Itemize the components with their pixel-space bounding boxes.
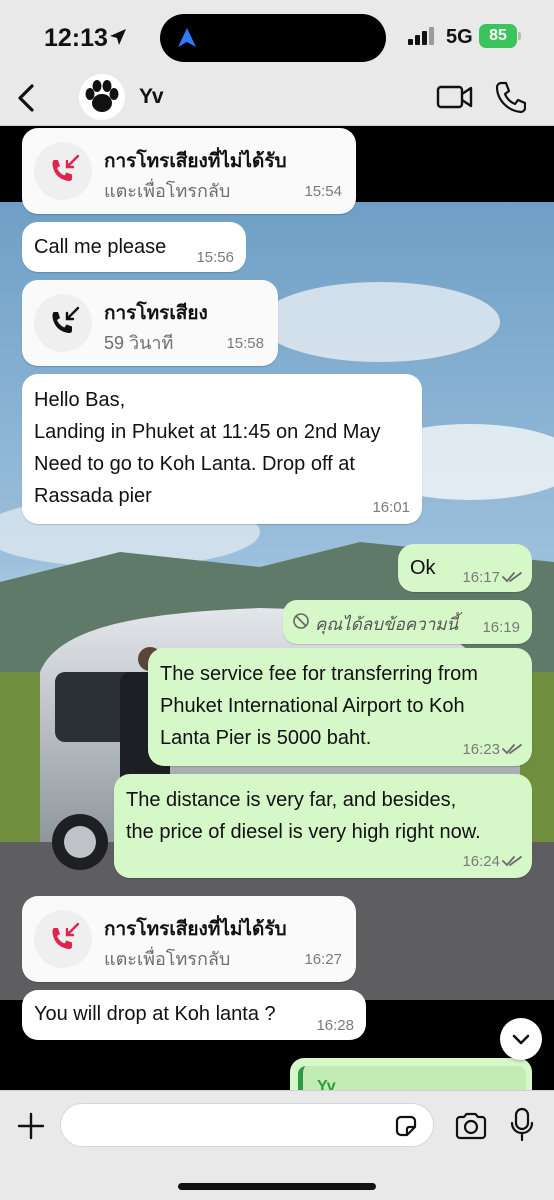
message-text: Ok <box>410 557 436 579</box>
incoming-call-icon <box>52 306 80 333</box>
home-indicator <box>178 1183 376 1190</box>
call-title: การโทรเสียงที่ไม่ได้รับ <box>104 919 287 940</box>
missed-call-icon <box>52 922 80 949</box>
missed-call-card[interactable]: การโทรเสียงที่ไม่ได้รับ แตะเพื่อโทรกลับ … <box>22 128 356 214</box>
read-ticks-icon <box>502 856 522 867</box>
call-title: การโทรเสียง <box>104 303 208 324</box>
call-title: การโทรเสียงที่ไม่ได้รับ <box>104 151 287 172</box>
chat-area[interactable]: การโทรเสียงที่ไม่ได้รับ แตะเพื่อโทรกลับ … <box>0 126 554 1090</box>
reply-message[interactable]: Yv <box>290 1058 532 1090</box>
read-ticks-icon <box>502 572 522 583</box>
scroll-to-bottom-button[interactable] <box>500 1018 542 1060</box>
battery-charging-icon: 85 <box>479 24 517 48</box>
avatar[interactable] <box>79 74 125 120</box>
call-icon-background <box>34 294 92 352</box>
battery-level: 85 <box>489 27 507 44</box>
message-time: 16:27 <box>304 951 342 968</box>
paw-avatar-icon <box>85 80 119 112</box>
network-label: 5G <box>446 26 473 48</box>
message-time: 15:54 <box>304 183 342 200</box>
message-text: Hello Bas, Landing in Phuket at 11:45 on… <box>34 389 381 507</box>
voice-call-card[interactable]: การโทรเสียง 59 วินาที 15:58 <box>22 280 278 366</box>
quoted-message: Yv <box>298 1066 526 1090</box>
message-time: 15:56 <box>196 249 234 266</box>
navigation-icon <box>178 28 196 47</box>
message-text: Call me please <box>34 236 167 258</box>
call-subtitle: 59 วินาที <box>104 333 174 353</box>
incoming-message[interactable]: You will drop at Koh lanta ? 16:28 <box>22 990 366 1040</box>
battery-tip <box>518 32 521 40</box>
message-time: 16:24 <box>462 853 500 870</box>
message-time: 16:23 <box>462 741 500 758</box>
missed-call-icon <box>52 154 80 181</box>
message-text: The service fee for transferring from Ph… <box>160 663 478 749</box>
signal-icon <box>408 27 434 45</box>
call-icon-background <box>34 910 92 968</box>
message-text: You will drop at Koh lanta ? <box>34 1003 276 1025</box>
dynamic-island <box>160 14 386 62</box>
deleted-message[interactable]: คุณได้ลบข้อความนี้ 16:19 <box>283 600 532 644</box>
message-time: 16:28 <box>316 1017 354 1034</box>
message-text: The distance is very far, and besides, t… <box>126 789 481 843</box>
message-time: 16:19 <box>482 619 520 636</box>
message-time: 16:01 <box>372 499 410 516</box>
incoming-message[interactable]: Hello Bas, Landing in Phuket at 11:45 on… <box>22 374 422 524</box>
sticker-icon[interactable] <box>393 1113 419 1139</box>
contact-name[interactable]: Yv <box>139 85 164 109</box>
message-time: 15:58 <box>226 335 264 352</box>
phone-icon[interactable] <box>494 80 526 114</box>
outgoing-message[interactable]: The service fee for transferring from Ph… <box>148 648 532 766</box>
chevron-down-icon <box>512 1034 530 1045</box>
status-time: 12:13 <box>44 24 108 52</box>
deleted-text: คุณได้ลบข้อความนี้ <box>315 615 459 634</box>
microphone-icon[interactable] <box>509 1107 535 1143</box>
message-input[interactable] <box>60 1103 434 1147</box>
outgoing-message[interactable]: The distance is very far, and besides, t… <box>114 774 532 878</box>
input-bar <box>0 1090 554 1200</box>
back-icon[interactable] <box>12 80 42 116</box>
call-icon-background <box>34 142 92 200</box>
message-time: 16:17 <box>462 569 500 586</box>
location-arrow-icon <box>110 29 126 45</box>
status-bar: 12:13 5G 85 <box>0 0 554 72</box>
chat-header: Yv <box>0 72 554 126</box>
camera-icon[interactable] <box>454 1111 488 1141</box>
call-subtitle: แตะเพื่อโทรกลับ <box>104 181 231 201</box>
plus-icon[interactable] <box>16 1111 46 1141</box>
quoted-sender: Yv <box>317 1078 336 1090</box>
missed-call-card[interactable]: การโทรเสียงที่ไม่ได้รับ แตะเพื่อโทรกลับ … <box>22 896 356 982</box>
video-call-icon[interactable] <box>436 82 474 112</box>
incoming-message[interactable]: Call me please 15:56 <box>22 222 246 272</box>
read-ticks-icon <box>502 744 522 755</box>
call-subtitle: แตะเพื่อโทรกลับ <box>104 949 231 969</box>
outgoing-message[interactable]: Ok 16:17 <box>398 544 532 592</box>
blocked-icon <box>293 613 309 629</box>
